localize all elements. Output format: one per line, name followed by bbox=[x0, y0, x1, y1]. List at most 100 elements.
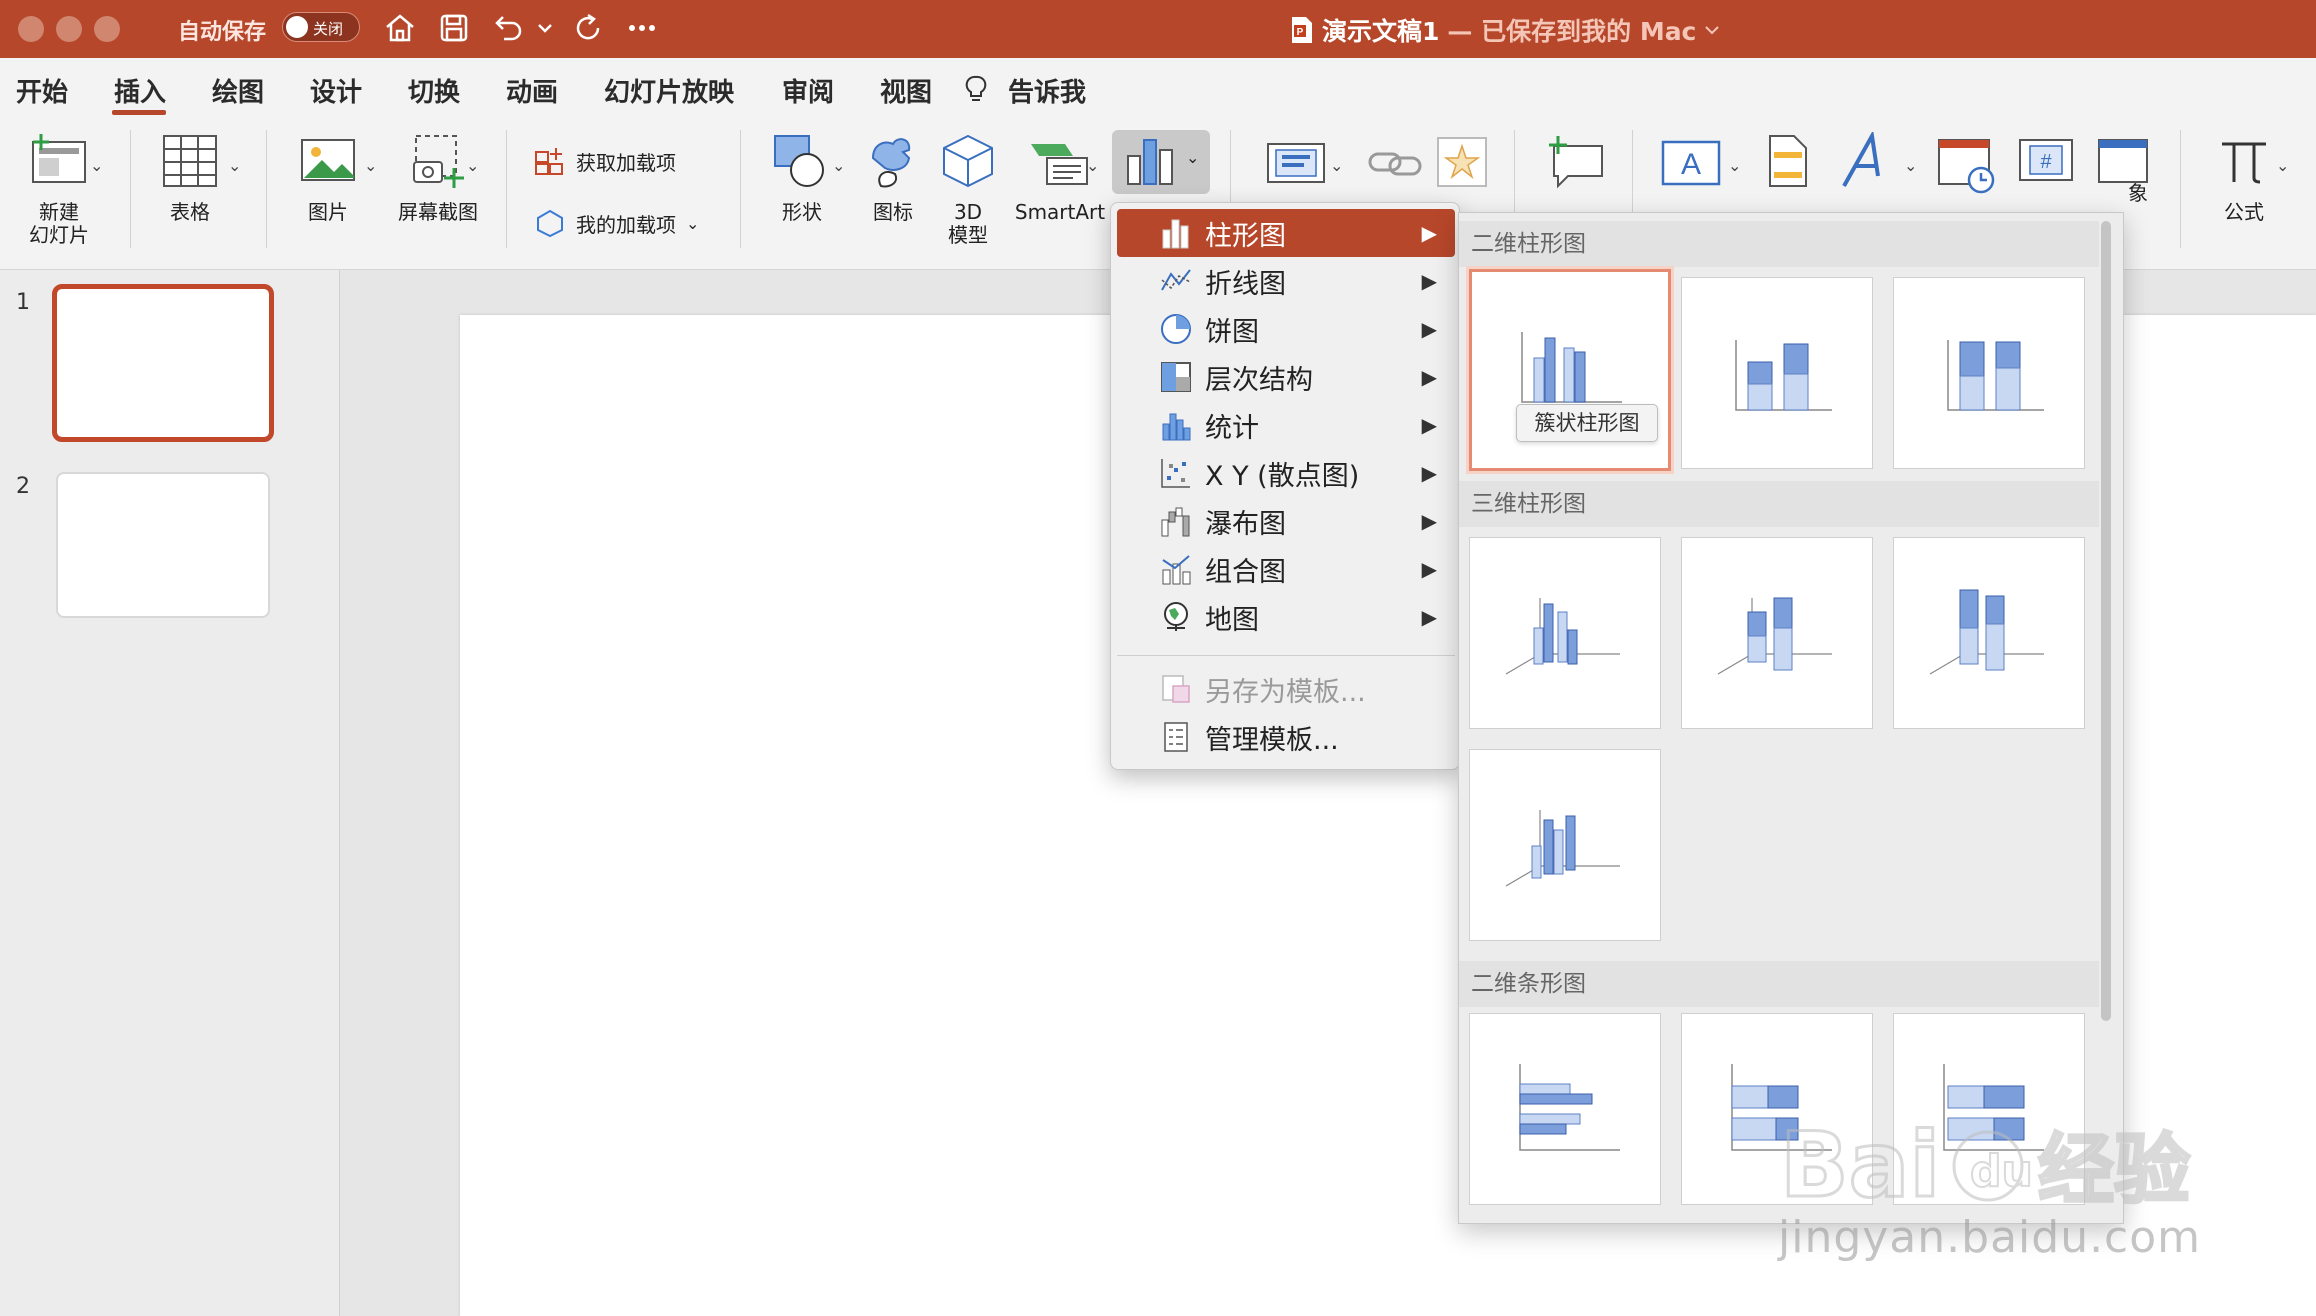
textbox-large-button[interactable]: A bbox=[1656, 136, 1726, 193]
icons-label: 图标 bbox=[873, 200, 913, 224]
section-header-2d-bar: 二维条形图 bbox=[1459, 961, 2099, 1007]
icons-button[interactable]: 图标 bbox=[858, 132, 928, 224]
smartart-button[interactable]: SmartArt bbox=[1010, 132, 1110, 224]
shapes-button[interactable]: 形状 bbox=[760, 132, 844, 224]
equation-button[interactable]: 公式 bbox=[2196, 132, 2292, 224]
tab-slideshow[interactable]: 幻灯片放映 bbox=[604, 72, 734, 109]
wordart-chevron-icon[interactable]: ⌄ bbox=[1904, 156, 1917, 175]
new-slide-chevron-icon[interactable]: ⌄ bbox=[90, 156, 103, 175]
undo-dropdown-chevron-icon[interactable] bbox=[530, 8, 560, 48]
svg-text:P: P bbox=[1297, 27, 1304, 38]
menu-item-label: 组合图 bbox=[1205, 556, 1286, 588]
menu-divider bbox=[1117, 655, 1455, 656]
header-footer-button[interactable] bbox=[1758, 132, 1818, 195]
table-chevron-icon[interactable]: ⌄ bbox=[228, 156, 241, 175]
tab-home[interactable]: 开始 bbox=[16, 72, 68, 109]
undo-icon[interactable] bbox=[488, 8, 528, 48]
zoom-window-button[interactable] bbox=[94, 16, 120, 42]
text-box-chevron-icon[interactable]: ⌄ bbox=[1330, 156, 1343, 175]
stacked-column-option[interactable] bbox=[1681, 277, 1873, 469]
gallery-scrollbar[interactable] bbox=[2101, 221, 2111, 1021]
document-name: 演示文稿1 bbox=[1322, 17, 1440, 46]
menu-item-hierarchy-chart[interactable]: 层次结构 ▶ bbox=[1117, 353, 1455, 401]
3d-stacked-column-preview-icon bbox=[1717, 597, 1832, 675]
tab-view[interactable]: 视图 bbox=[880, 72, 932, 109]
wordart-button[interactable] bbox=[1836, 129, 1900, 195]
slide-thumbnail-2[interactable] bbox=[56, 472, 270, 618]
menu-item-waterfall-chart[interactable]: 瀑布图 ▶ bbox=[1117, 497, 1455, 545]
new-slide-button[interactable]: 新建 幻灯片 bbox=[14, 132, 104, 247]
smartart-chevron-icon[interactable]: ⌄ bbox=[1086, 156, 1099, 175]
header-footer-icon bbox=[1769, 135, 1807, 187]
picture-button[interactable]: 图片 bbox=[290, 132, 366, 224]
tab-insert[interactable]: 插入 bbox=[114, 72, 166, 109]
comment-button[interactable] bbox=[1536, 132, 1616, 195]
table-button[interactable]: 表格 bbox=[150, 132, 230, 224]
hierarchy-chart-icon bbox=[1161, 362, 1191, 392]
3d-100-stacked-column-option[interactable] bbox=[1893, 537, 2085, 729]
get-addins-button[interactable]: 获取加载项 bbox=[534, 146, 676, 176]
chart-button[interactable]: ⌄ bbox=[1112, 130, 1210, 194]
my-addins-button[interactable]: 我的加载项 ⌄ bbox=[534, 208, 699, 238]
equation-chevron-icon[interactable]: ⌄ bbox=[2276, 156, 2289, 175]
text-box-button[interactable] bbox=[1256, 140, 1336, 191]
menu-item-pie-chart[interactable]: 饼图 ▶ bbox=[1117, 305, 1455, 353]
svg-text:du: du bbox=[1970, 1146, 2033, 1197]
shapes-chevron-icon[interactable]: ⌄ bbox=[832, 156, 845, 175]
autosave-label: 自动保存 bbox=[178, 20, 267, 45]
screenshot-button[interactable]: 屏幕截图 bbox=[388, 132, 488, 224]
picture-chevron-icon[interactable]: ⌄ bbox=[364, 156, 377, 175]
ribbon-tabs: 开始 插入 绘图 设计 切换 动画 幻灯片放映 审阅 视图 告诉我 bbox=[0, 58, 2316, 118]
home-icon[interactable] bbox=[380, 8, 420, 48]
3d-column-option[interactable] bbox=[1469, 749, 1661, 941]
chart-tooltip: 簇状柱形图 bbox=[1516, 404, 1658, 442]
tab-tell-me[interactable]: 告诉我 bbox=[1008, 72, 1086, 109]
statistic-chart-icon bbox=[1162, 413, 1191, 441]
svg-text:A: A bbox=[1681, 148, 1701, 181]
tab-design[interactable]: 设计 bbox=[310, 72, 362, 109]
menu-item-combo-chart[interactable]: 组合图 ▶ bbox=[1117, 545, 1455, 593]
document-title[interactable]: P 演示文稿1 — 已保存到我的 Mac bbox=[1290, 12, 1720, 48]
3d-models-button[interactable]: 3D 模型 bbox=[932, 132, 1004, 247]
tab-draw[interactable]: 绘图 bbox=[212, 72, 264, 109]
menu-item-statistic-chart[interactable]: 统计 ▶ bbox=[1117, 401, 1455, 449]
tab-animations[interactable]: 动画 bbox=[506, 72, 558, 109]
menu-item-manage-templates[interactable]: 管理模板... bbox=[1117, 713, 1455, 761]
more-options-icon[interactable] bbox=[622, 8, 662, 48]
column-chart-icon bbox=[1162, 219, 1189, 249]
menu-item-label: 地图 bbox=[1205, 604, 1259, 636]
menu-item-column-chart[interactable]: 柱形图 ▶ bbox=[1117, 209, 1455, 257]
textbox-chevron-icon[interactable]: ⌄ bbox=[1728, 156, 1741, 175]
3d-clustered-column-option[interactable] bbox=[1469, 537, 1661, 729]
minimize-window-button[interactable] bbox=[56, 16, 82, 42]
link-button[interactable] bbox=[1366, 140, 1426, 191]
shapes-icon bbox=[774, 135, 824, 187]
tab-review[interactable]: 审阅 bbox=[782, 72, 834, 109]
100-stacked-column-preview-icon bbox=[1947, 340, 2044, 411]
icons-gallery-icon bbox=[871, 138, 911, 188]
menu-item-map-chart[interactable]: 地图 ▶ bbox=[1117, 593, 1455, 641]
autosave-toggle[interactable]: 关闭 bbox=[282, 12, 360, 42]
slide-number-icon: # bbox=[2019, 139, 2073, 181]
object-button[interactable]: 象 bbox=[2088, 136, 2158, 205]
save-icon[interactable] bbox=[434, 8, 474, 48]
clustered-bar-option[interactable] bbox=[1469, 1013, 1661, 1205]
menu-item-scatter-chart[interactable]: X Y (散点图) ▶ bbox=[1117, 449, 1455, 497]
slide-number-button[interactable]: # bbox=[2014, 136, 2078, 191]
combo-chart-icon bbox=[1162, 555, 1191, 585]
slide-thumbnail-1[interactable] bbox=[52, 284, 274, 442]
action-button[interactable] bbox=[1432, 134, 1492, 195]
100-stacked-column-option[interactable] bbox=[1893, 277, 2085, 469]
3d-stacked-column-option[interactable] bbox=[1681, 537, 1873, 729]
my-addins-chevron-icon[interactable]: ⌄ bbox=[686, 214, 699, 233]
chart-chevron-icon[interactable]: ⌄ bbox=[1186, 148, 1199, 167]
map-chart-icon bbox=[1164, 602, 1188, 631]
redo-icon[interactable] bbox=[568, 8, 608, 48]
screenshot-chevron-icon[interactable]: ⌄ bbox=[466, 156, 479, 175]
chart-icon bbox=[1127, 139, 1173, 185]
close-window-button[interactable] bbox=[18, 16, 44, 42]
submenu-arrow-icon: ▶ bbox=[1421, 365, 1437, 389]
date-time-button[interactable] bbox=[1934, 132, 1998, 199]
menu-item-line-chart[interactable]: 折线图 ▶ bbox=[1117, 257, 1455, 305]
tab-transitions[interactable]: 切换 bbox=[408, 72, 460, 109]
